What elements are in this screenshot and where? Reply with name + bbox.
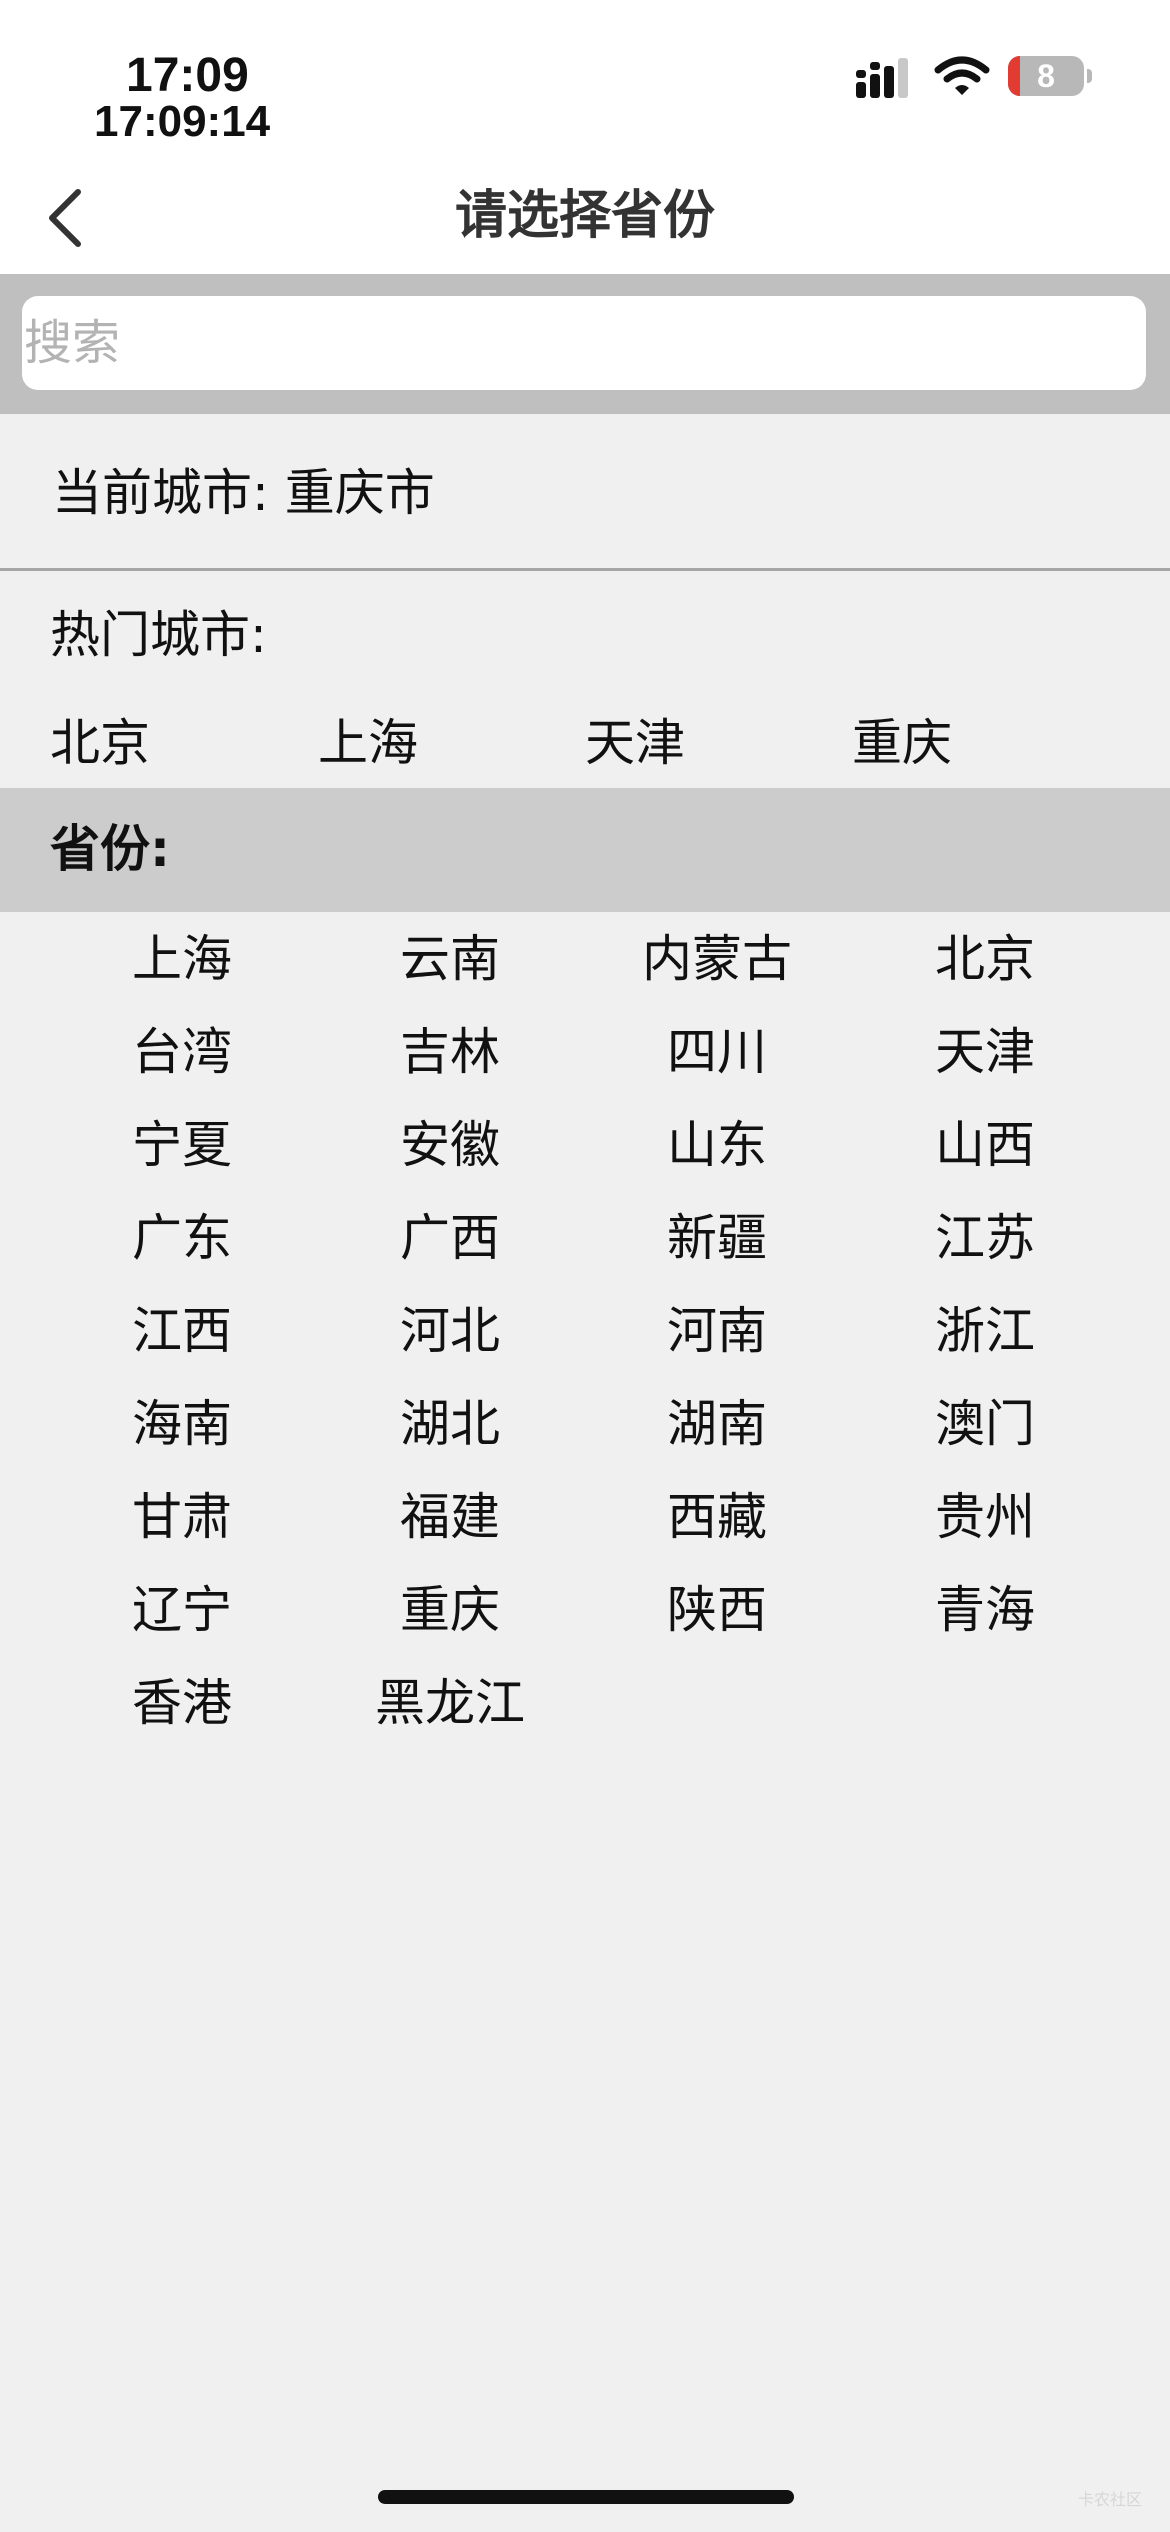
battery-level: 8 xyxy=(1037,58,1055,94)
province-item[interactable]: 内蒙古 xyxy=(617,924,817,994)
section-divider xyxy=(0,568,1170,571)
province-item[interactable]: 澳门 xyxy=(885,1389,1085,1459)
search-bar xyxy=(0,274,1170,414)
province-item[interactable]: 重庆 xyxy=(350,1575,550,1645)
province-item[interactable]: 广东 xyxy=(82,1203,282,1273)
province-item[interactable]: 上海 xyxy=(82,924,282,994)
province-item[interactable]: 北京 xyxy=(885,924,1085,994)
hot-city-item[interactable]: 上海 xyxy=(318,708,418,778)
province-item[interactable]: 福建 xyxy=(350,1482,550,1552)
province-item[interactable]: 天津 xyxy=(885,1017,1085,1087)
province-item[interactable]: 甘肃 xyxy=(82,1482,282,1552)
province-item[interactable]: 青海 xyxy=(885,1575,1085,1645)
province-item[interactable]: 江苏 xyxy=(885,1203,1085,1273)
province-item[interactable]: 黑龙江 xyxy=(350,1668,550,1738)
province-item[interactable]: 山西 xyxy=(885,1110,1085,1180)
wifi-icon xyxy=(934,56,990,95)
province-item[interactable]: 辽宁 xyxy=(82,1575,282,1645)
status-time-seconds: 17:09:14 xyxy=(94,97,271,146)
province-item[interactable]: 河北 xyxy=(350,1296,550,1366)
province-item[interactable]: 广西 xyxy=(350,1203,550,1273)
province-item[interactable]: 浙江 xyxy=(885,1296,1085,1366)
search-input[interactable] xyxy=(22,296,1146,390)
province-section-header: 省份: xyxy=(0,788,1170,912)
province-item[interactable]: 西藏 xyxy=(617,1482,817,1552)
province-item[interactable]: 吉林 xyxy=(350,1017,550,1087)
hot-cities-label: 热门城市: xyxy=(50,606,267,664)
province-item[interactable]: 陕西 xyxy=(617,1575,817,1645)
navigation-bar: 请选择省份 xyxy=(0,160,1170,274)
watermark: 卡农社区 xyxy=(1078,2490,1143,2509)
current-city: 当前城市: 重庆市 xyxy=(52,464,435,522)
battery-cap xyxy=(1087,69,1092,83)
battery-indicator: 8 xyxy=(1008,56,1092,98)
province-item[interactable]: 山东 xyxy=(617,1110,817,1180)
province-item[interactable]: 台湾 xyxy=(82,1017,282,1087)
province-section-label: 省份: xyxy=(50,820,170,878)
province-item[interactable]: 云南 xyxy=(350,924,550,994)
hot-city-item[interactable]: 天津 xyxy=(585,708,685,778)
province-item[interactable]: 江西 xyxy=(82,1296,282,1366)
home-indicator[interactable] xyxy=(378,2490,794,2504)
page-title: 请选择省份 xyxy=(454,186,715,246)
battery-body: 8 xyxy=(1008,56,1084,96)
province-item[interactable]: 湖南 xyxy=(617,1389,817,1459)
province-item[interactable]: 河南 xyxy=(617,1296,817,1366)
province-item[interactable]: 安徽 xyxy=(350,1110,550,1180)
province-item[interactable]: 新疆 xyxy=(617,1203,817,1273)
hot-city-item[interactable]: 重庆 xyxy=(852,708,952,778)
hot-city-item[interactable]: 北京 xyxy=(50,708,150,778)
province-item[interactable]: 海南 xyxy=(82,1389,282,1459)
province-item[interactable]: 四川 xyxy=(617,1017,817,1087)
status-bar: 17:09 17:09:14 8 xyxy=(0,0,1170,160)
province-item[interactable]: 香港 xyxy=(82,1668,282,1738)
cellular-signal-icon xyxy=(856,58,908,98)
province-item[interactable]: 湖北 xyxy=(350,1389,550,1459)
province-item[interactable]: 贵州 xyxy=(885,1482,1085,1552)
province-item[interactable]: 宁夏 xyxy=(82,1110,282,1180)
